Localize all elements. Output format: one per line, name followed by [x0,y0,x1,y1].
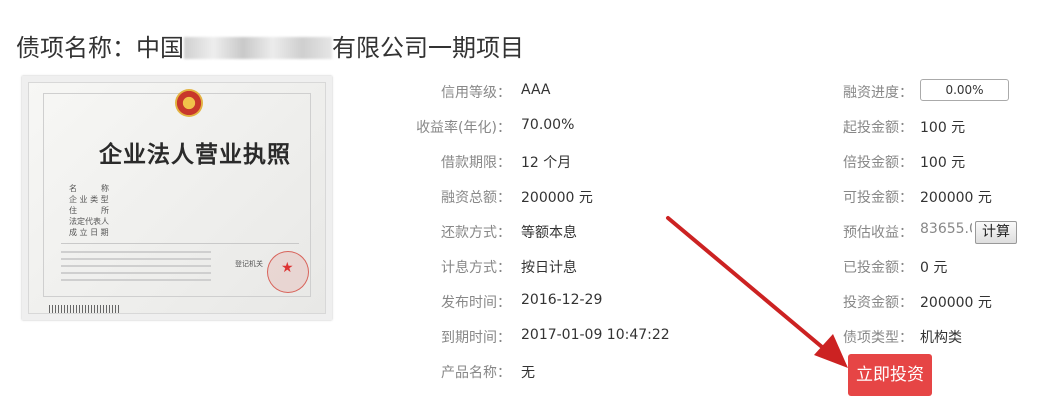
invest-amount-value: 200000 元 [920,295,992,311]
invest-now-button[interactable]: 立即投资 [848,354,932,396]
page-title: 债项名称：中国 有限公司一期项目 [16,28,524,63]
publish-time-label: 发布时间： [441,295,511,311]
financing-progress-label: 融资进度： [843,85,913,101]
debt-type-label: 债项类型： [843,330,913,346]
license-paper: 企业法人营业执照 名 称 企 业 类 型 住 所 法定代表人 成 立 日 期 登… [28,82,326,314]
min-invest-label: 起投金额： [843,120,913,136]
total-financing-value: 200000 元 [521,190,593,206]
publish-time-value: 2016-12-29 [521,292,603,308]
license-notes [61,251,211,286]
interest-method-label: 计息方式： [441,260,511,276]
invested-amount-value: 0 元 [920,260,948,276]
arrow-shaft [666,216,830,354]
estimated-return-label: 预估收益： [843,225,913,241]
redacted-company-name [184,37,332,59]
multiple-invest-value: 100 元 [920,155,966,171]
license-fields: 名 称 企 业 类 型 住 所 法定代表人 成 立 日 期 [69,183,109,238]
due-time-label: 到期时间： [441,330,511,346]
license-field: 住 所 [69,206,109,215]
barcode-icon [49,305,119,313]
estimated-return-input[interactable]: 83655.00 [920,221,972,237]
calculate-button[interactable]: 计算 [975,221,1017,244]
license-field: 名 称 [69,184,109,193]
annual-yield-value: 70.00% [521,117,575,133]
business-license-image: 企业法人营业执照 名 称 企 业 类 型 住 所 法定代表人 成 立 日 期 登… [22,76,332,320]
due-time-value: 2017-01-09 10:47:22 [521,327,670,343]
invested-amount-label: 已投金额： [843,260,913,276]
title-suffix: 有限公司一期项目 [332,34,524,62]
repayment-method-value: 等额本息 [521,225,577,241]
total-financing-label: 融资总额： [441,190,511,206]
license-registry: 登记机关 [235,260,263,268]
available-amount-value: 200000 元 [920,190,992,206]
official-seal-icon: ★ [267,251,309,293]
interest-method-value: 按日计息 [521,260,577,276]
product-name-label: 产品名称： [441,365,511,381]
title-prefix: 债项名称：中国 [16,34,184,62]
debt-type-value: 机构类 [920,330,962,346]
license-field: 企 业 类 型 [69,195,109,204]
loan-term-label: 借款期限： [441,155,511,171]
license-heading: 企业法人营业执照 [99,142,291,168]
available-amount-label: 可投金额： [843,190,913,206]
min-invest-value: 100 元 [920,120,966,136]
product-name-value: 无 [521,365,535,381]
repayment-method-label: 还款方式： [441,225,511,241]
license-field: 成 立 日 期 [69,228,109,237]
credit-rating-label: 信用等级： [441,85,511,101]
national-emblem-icon [175,89,203,117]
invest-amount-label: 投资金额： [843,295,913,311]
license-divider [61,243,299,244]
multiple-invest-label: 倍投金额： [843,155,913,171]
annual-yield-label: 收益率(年化)： [416,120,511,136]
credit-rating-value: AAA [521,82,551,98]
loan-term-value: 12 个月 [521,155,572,171]
financing-progress-bar: 0.00% [920,79,1009,101]
license-field: 法定代表人 [69,217,109,226]
